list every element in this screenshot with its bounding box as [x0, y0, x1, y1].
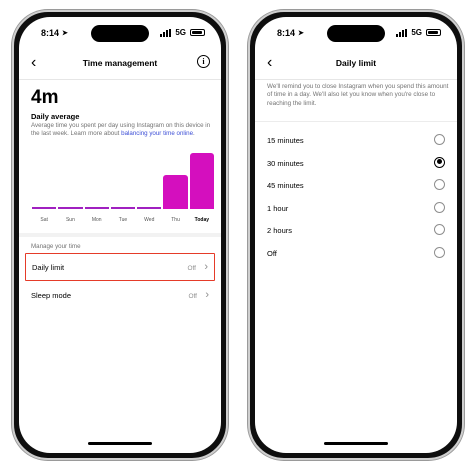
- chart-bar: [32, 207, 57, 209]
- section-divider: [19, 233, 221, 237]
- clock: 8:14: [277, 28, 296, 38]
- radio-icon[interactable]: [434, 246, 445, 258]
- balancing-time-link[interactable]: balancing your time online: [121, 130, 193, 137]
- chart-x-label: Tue: [118, 217, 128, 223]
- row-label: Sleep mode: [31, 291, 72, 300]
- chart-x-label: Today: [194, 217, 210, 223]
- signal-icon: [160, 28, 172, 37]
- page-title: Time management: [82, 58, 158, 68]
- option-label: 45 minutes: [267, 181, 304, 190]
- limit-option[interactable]: Off: [267, 245, 445, 265]
- radio-icon[interactable]: [434, 179, 445, 190]
- daily-limit-intro: We'll remind you to close Instagram when…: [267, 83, 449, 107]
- phone-daily-limit: 8:14 ➤ 5G ‹ Daily limit We'll remind you …: [248, 10, 464, 460]
- radio-icon[interactable]: [434, 134, 445, 145]
- options-divider: [255, 121, 457, 122]
- location-arrow-icon: ➤: [62, 30, 68, 37]
- limit-option[interactable]: 45 minutes: [267, 177, 445, 197]
- manage-time-label: Manage your time: [31, 243, 81, 250]
- chart-bar: [58, 207, 83, 209]
- chart-bar: [84, 207, 109, 209]
- chart-x-label: Mon: [91, 217, 102, 223]
- option-label: Off: [267, 248, 277, 258]
- chart-bar: [189, 153, 214, 209]
- signal-icon: [396, 28, 408, 37]
- chart-bar: [110, 207, 136, 209]
- chart-x-label: Wed: [144, 217, 155, 223]
- option-label: 1 hour: [267, 203, 289, 213]
- nav-bar: ‹ Time management i: [19, 53, 221, 75]
- info-icon[interactable]: i: [197, 55, 210, 68]
- status-bar: 8:14 ➤ 5G: [19, 28, 221, 42]
- sleep-mode-row[interactable]: Sleep mode Off ›: [25, 282, 215, 310]
- nav-divider: [255, 79, 457, 80]
- usage-bar-chart: Sat Sun Mon Tue Wed Thu Today: [31, 149, 215, 229]
- clock: 8:14: [41, 28, 60, 38]
- chart-bar: [137, 207, 162, 209]
- daily-average-label: Daily average: [31, 112, 80, 121]
- screen: 8:14 ➤ 5G ‹ Time management i 4m Daily av…: [19, 17, 221, 453]
- limit-option[interactable]: 2 hours: [267, 222, 445, 242]
- row-value: Off: [187, 265, 196, 272]
- chart-x-label: Sun: [65, 217, 75, 223]
- daily-average-description: Average time you spent per day using Ins…: [31, 122, 211, 138]
- radio-selected-icon[interactable]: [434, 156, 445, 168]
- battery-icon: [426, 29, 441, 36]
- status-bar: 8:14 ➤ 5G: [255, 28, 457, 42]
- network-label: 5G: [175, 28, 186, 37]
- radio-icon[interactable]: [434, 201, 445, 213]
- option-label: 15 minutes: [267, 136, 304, 145]
- option-label: 30 minutes: [267, 158, 304, 168]
- network-label: 5G: [411, 28, 422, 37]
- limit-option[interactable]: 30 minutes: [267, 155, 445, 175]
- chart-x-label: Sat: [40, 217, 48, 223]
- home-indicator[interactable]: [88, 442, 152, 445]
- chart-x-label: Thu: [171, 217, 180, 223]
- limit-option[interactable]: 15 minutes: [267, 132, 445, 152]
- battery-icon: [190, 29, 205, 36]
- row-label: Daily limit: [32, 263, 65, 272]
- page-title: Daily limit: [335, 58, 377, 68]
- limit-option[interactable]: 1 hour: [267, 200, 445, 220]
- nav-bar: ‹ Daily limit: [255, 53, 457, 75]
- location-arrow-icon: ➤: [298, 30, 304, 37]
- phone-time-management: 8:14 ➤ 5G ‹ Time management i 4m Daily av…: [12, 10, 228, 460]
- row-value: Off: [188, 293, 197, 300]
- screen: 8:14 ➤ 5G ‹ Daily limit We'll remind you …: [255, 17, 457, 453]
- nav-divider: [19, 79, 221, 80]
- radio-icon[interactable]: [434, 224, 445, 235]
- chart-bar: [163, 175, 188, 209]
- chevron-right-icon: ›: [205, 289, 209, 301]
- chevron-right-icon: ›: [204, 261, 208, 273]
- option-label: 2 hours: [267, 226, 293, 235]
- daily-average-value: 4m: [31, 87, 59, 108]
- home-indicator[interactable]: [324, 442, 388, 445]
- daily-limit-row[interactable]: Daily limit Off ›: [25, 253, 215, 281]
